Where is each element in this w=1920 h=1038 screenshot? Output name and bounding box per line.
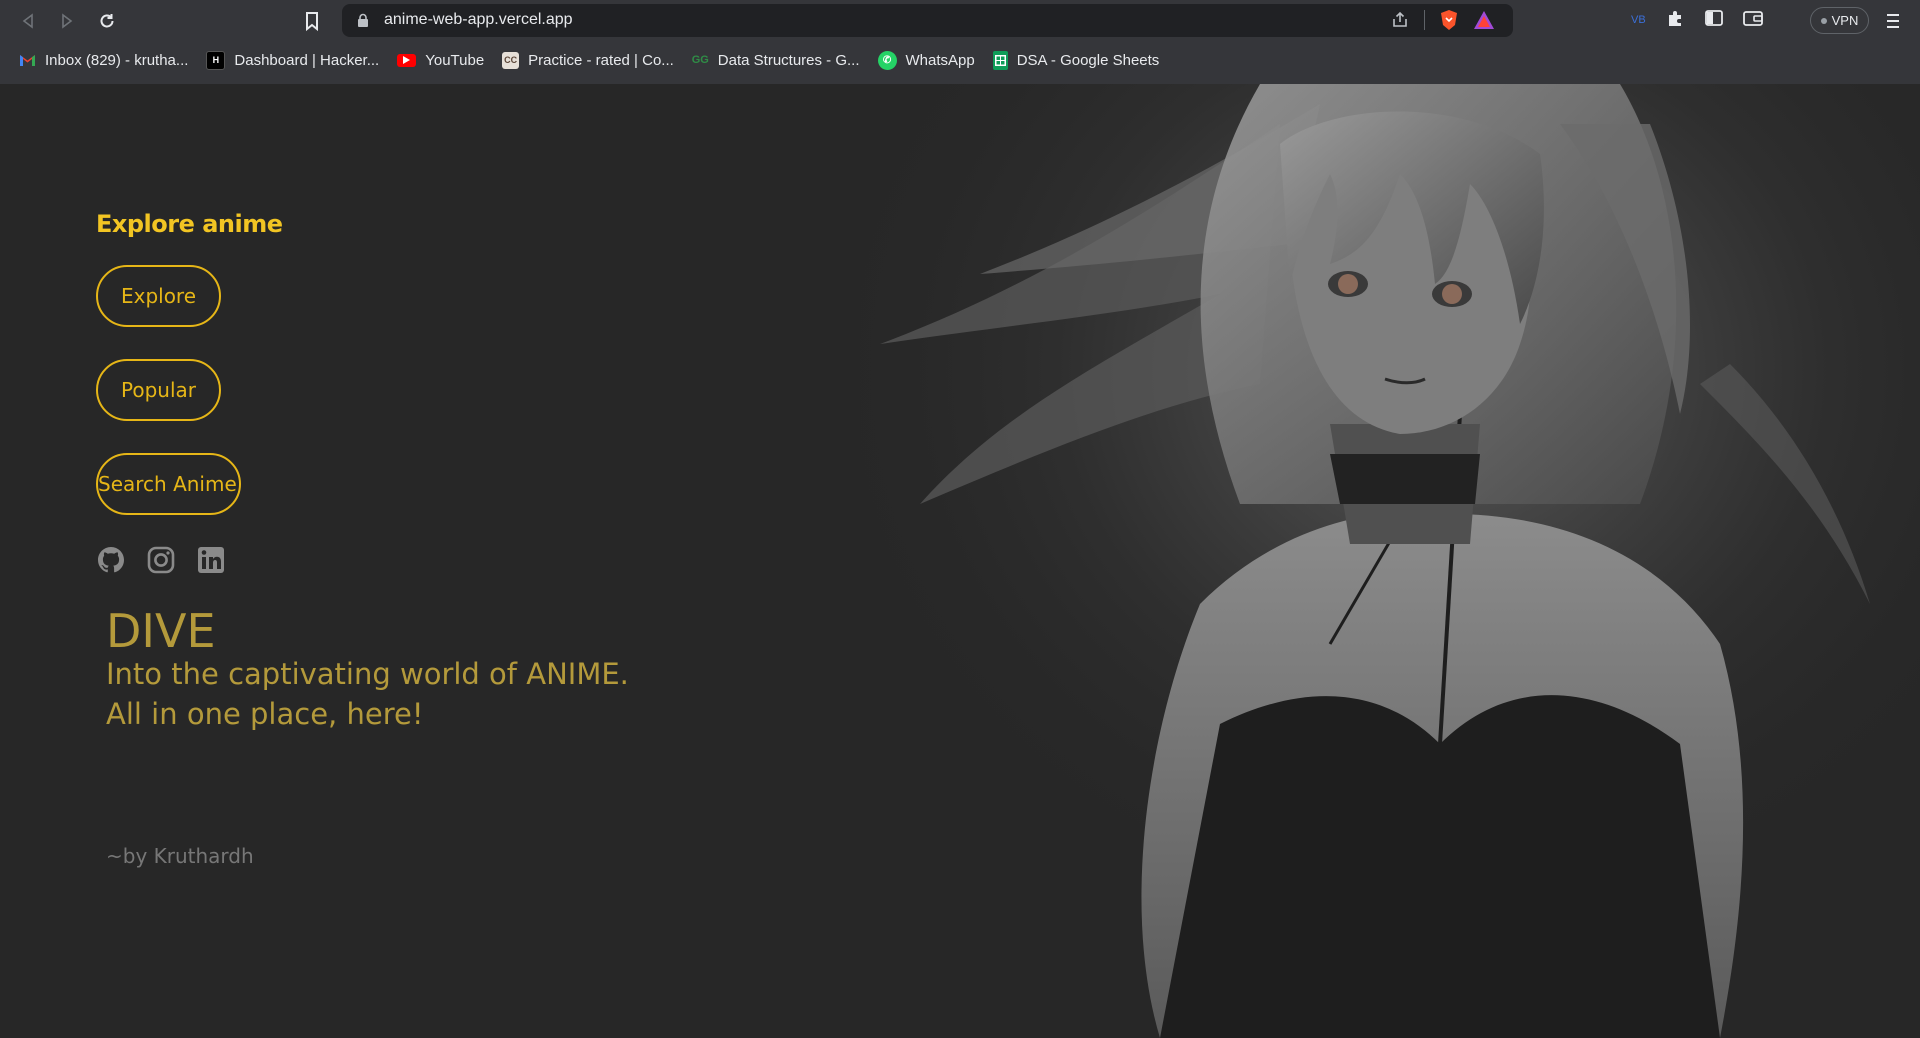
bookmark-gmail[interactable]: Inbox (829) - krutha... (19, 52, 188, 69)
explore-button[interactable]: Explore (96, 265, 221, 327)
lock-icon (358, 13, 368, 27)
bookmark-label: Practice - rated | Co... (528, 51, 674, 69)
author-byline: ~by Kruthardh (106, 844, 254, 868)
svg-text:VB: VB (1631, 14, 1646, 26)
bookmark-label: WhatsApp (905, 51, 975, 69)
extensions-area: VB (1630, 8, 1764, 28)
sidebar-toggle-icon[interactable] (1704, 8, 1724, 28)
bookmarks-bar: Inbox (829) - krutha... H Dashboard | Ha… (0, 42, 1920, 84)
github-icon[interactable] (96, 545, 126, 575)
bookmark-geeksforgeeks[interactable]: GG Data Structures - G... (692, 52, 860, 69)
browser-toolbar: anime-web-app.vercel.app VB VPN (0, 0, 1920, 42)
bookmark-whatsapp[interactable]: ✆ WhatsApp (877, 50, 975, 70)
vpn-label: VPN (1831, 13, 1859, 28)
back-button[interactable] (15, 8, 41, 34)
hackerrank-icon: H (206, 50, 226, 70)
extension-vpn-icon[interactable]: VB (1630, 9, 1648, 27)
bookmark-label: Inbox (829) - krutha... (45, 51, 189, 69)
bookmark-google-sheets[interactable]: DSA - Google Sheets (992, 50, 1160, 70)
bookmark-label: Dashboard | Hacker... (234, 51, 380, 69)
wallet-icon[interactable] (1742, 8, 1764, 28)
url-text: anime-web-app.vercel.app (384, 11, 573, 28)
bookmark-label: YouTube (425, 51, 485, 69)
hero-headline: DIVE (106, 604, 216, 658)
reload-button[interactable] (94, 8, 120, 34)
bookmark-label: DSA - Google Sheets (1016, 51, 1160, 69)
hero-tagline: Into the captivating world of ANIME. All… (106, 654, 629, 734)
codechef-icon: CC (502, 51, 520, 69)
hero-anime-illustration (860, 84, 1920, 1038)
address-bar[interactable]: anime-web-app.vercel.app (342, 4, 1513, 37)
divider (1424, 10, 1425, 30)
bookmark-codechef[interactable]: CC Practice - rated | Co... (502, 51, 674, 69)
brave-shield-icon[interactable] (1439, 9, 1459, 31)
back-arrow-icon (22, 13, 33, 29)
landing-page: Explore anime Explore Popular Search Ani… (0, 84, 1920, 1038)
instagram-icon[interactable] (146, 545, 176, 575)
brand-title[interactable]: Explore anime (96, 210, 283, 238)
brave-rewards-icon[interactable] (1473, 10, 1495, 30)
tagline-line-1: Into the captivating world of ANIME. (106, 657, 629, 691)
tagline-line-2: All in one place, here! (106, 697, 424, 731)
bookmark-youtube[interactable]: YouTube (397, 52, 484, 69)
social-links (96, 545, 226, 575)
youtube-icon (397, 53, 417, 67)
linkedin-icon[interactable] (196, 545, 226, 575)
vpn-button[interactable]: VPN (1810, 7, 1869, 34)
browser-menu-icon[interactable] (1883, 8, 1903, 34)
share-icon[interactable] (1390, 10, 1410, 30)
forward-button[interactable] (54, 8, 80, 34)
popular-button[interactable]: Popular (96, 359, 221, 421)
bookmark-hackerrank[interactable]: H Dashboard | Hacker... (206, 50, 380, 70)
bookmark-icon (306, 12, 318, 32)
puzzle-extensions-icon[interactable] (1666, 8, 1686, 28)
bookmark-label: Data Structures - G... (717, 51, 860, 69)
geeksforgeeks-icon: GG (691, 54, 709, 66)
google-sheets-icon (992, 50, 1008, 70)
search-anime-button[interactable]: Search Anime (96, 453, 241, 515)
forward-arrow-icon (62, 13, 73, 29)
vpn-status-dot (1820, 17, 1827, 24)
bookmark-page-button[interactable] (300, 9, 324, 33)
gmail-icon (19, 52, 36, 69)
reload-icon (100, 14, 114, 28)
whatsapp-icon: ✆ (877, 50, 897, 70)
